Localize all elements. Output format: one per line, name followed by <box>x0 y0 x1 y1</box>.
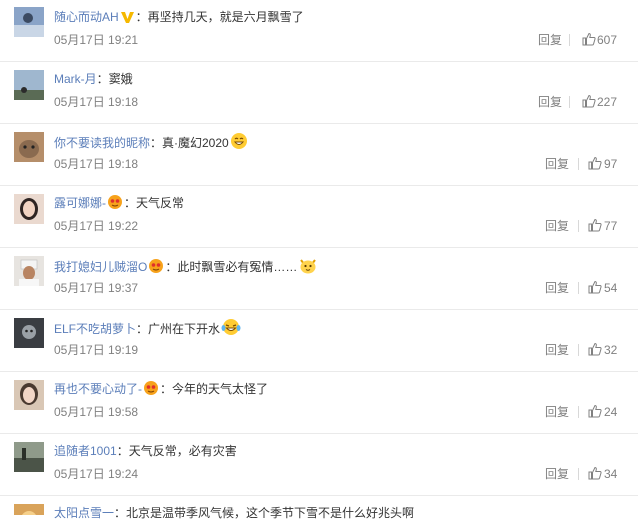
username-link[interactable]: 随心而动AH <box>54 10 119 24</box>
comment-text: ：天气反常 <box>124 196 185 210</box>
action-divider <box>578 406 579 418</box>
reply-button[interactable]: 回复 <box>545 280 569 296</box>
reply-button[interactable]: 回复 <box>545 404 569 420</box>
member-face-icon <box>148 258 164 279</box>
avatar[interactable] <box>14 132 44 162</box>
comment-time: 05月17日 19:37 <box>54 281 139 295</box>
username-link[interactable]: 追随者1001 <box>54 444 117 458</box>
reply-button[interactable]: 回复 <box>545 218 569 234</box>
cat-emoji-icon <box>298 256 318 279</box>
comment-item: ELF不吃胡萝卜：广州在下开水 05月17日 19:19 回复 32 <box>0 310 638 372</box>
username-link[interactable]: 我打媳妇儿贼溜O <box>54 260 147 274</box>
verified-v-icon <box>120 10 135 29</box>
avatar[interactable] <box>14 7 44 37</box>
comment-time: 05月17日 19:19 <box>54 343 139 357</box>
comment-text: ：窦娥 <box>96 72 133 86</box>
comment-time: 05月17日 19:58 <box>54 405 139 419</box>
avatar[interactable] <box>14 256 44 286</box>
reply-button[interactable]: 回复 <box>545 156 569 172</box>
action-divider <box>578 344 579 356</box>
reply-button[interactable]: 回复 <box>545 466 569 482</box>
comment-time: 05月17日 19:24 <box>54 467 139 481</box>
tears-laugh-emoji-icon <box>221 318 241 341</box>
comment-time: 05月17日 19:18 <box>54 157 139 171</box>
action-divider <box>569 96 570 108</box>
comment-text: ：广州在下开水 <box>136 322 221 336</box>
action-divider <box>578 282 579 294</box>
thumbs-up-icon[interactable] <box>588 280 602 298</box>
member-face-icon <box>107 194 123 215</box>
avatar[interactable] <box>14 504 44 515</box>
like-count: 227 <box>597 95 618 109</box>
avatar[interactable] <box>14 70 44 100</box>
comment-item: 我打媳妇儿贼溜O ：此时飘雪必有冤情…… 05月17日 19:37 回复 54 <box>0 248 638 310</box>
username-link[interactable]: 你不要读我的昵称 <box>54 136 150 150</box>
comment-item: 你不要读我的昵称：真·魔幻2020 05月17日 19:18 回复 97 <box>0 124 638 186</box>
comment-item: 露可娜娜- ：天气反常 05月17日 19:22 回复 77 <box>0 186 638 248</box>
reply-button[interactable]: 回复 <box>538 94 562 110</box>
action-divider <box>578 158 579 170</box>
username-link[interactable]: 再也不要心动了- <box>54 382 142 396</box>
like-count: 32 <box>604 343 618 357</box>
like-count: 54 <box>604 281 618 295</box>
comment-text: ：北京是温带季风气候，这个季节下雪不是什么好兆头啊 <box>114 506 415 520</box>
reply-button[interactable]: 回复 <box>538 32 562 48</box>
comment-time: 05月17日 19:22 <box>54 219 139 233</box>
comment-item: 追随者1001：天气反常，必有灾害 05月17日 19:24 回复 34 <box>0 434 638 496</box>
thumbs-up-icon[interactable] <box>588 466 602 484</box>
thumbs-up-icon[interactable] <box>588 342 602 360</box>
like-count: 77 <box>604 219 618 233</box>
thumbs-up-icon[interactable] <box>588 218 602 236</box>
comment-item: 再也不要心动了- ：今年的天气太怪了 05月17日 19:58 回复 24 <box>0 372 638 434</box>
laugh-emoji-icon <box>230 132 248 155</box>
comment-item: Mark-月：窦娥 05月17日 19:18 回复 227 <box>0 62 638 124</box>
username-link[interactable]: 露可娜娜- <box>54 196 106 210</box>
thumbs-up-icon[interactable] <box>582 32 596 50</box>
comment-time: 05月17日 19:21 <box>54 33 139 47</box>
thumbs-up-icon[interactable] <box>588 156 602 174</box>
avatar[interactable] <box>14 318 44 348</box>
like-count: 97 <box>604 157 618 171</box>
like-count: 24 <box>604 405 618 419</box>
username-link[interactable]: ELF不吃胡萝卜 <box>54 322 136 336</box>
action-divider <box>569 34 570 46</box>
comment-item: 太阳点雪一：北京是温带季风气候，这个季节下雪不是什么好兆头啊 <box>0 496 638 520</box>
comment-text: ：今年的天气太怪了 <box>160 382 269 396</box>
username-link[interactable]: Mark-月 <box>54 72 97 86</box>
member-face-icon <box>143 380 159 401</box>
avatar[interactable] <box>14 380 44 410</box>
thumbs-up-icon[interactable] <box>582 94 596 112</box>
like-count: 34 <box>604 467 618 481</box>
like-count: 607 <box>597 33 618 47</box>
avatar[interactable] <box>14 442 44 472</box>
comment-text: ：此时飘雪必有冤情…… <box>165 260 298 274</box>
comment-text: ：再坚持几天，就是六月飘雪了 <box>135 10 304 24</box>
username-link[interactable]: 太阳点雪一 <box>54 506 114 520</box>
comment-text: ：真·魔幻2020 <box>150 136 229 150</box>
comment-time: 05月17日 19:18 <box>54 95 139 109</box>
reply-button[interactable]: 回复 <box>545 342 569 358</box>
comment-text: ：天气反常，必有灾害 <box>116 444 237 458</box>
comment-item: 随心而动AH ：再坚持几天，就是六月飘雪了 05月17日 19:21 回复 607 <box>0 0 638 62</box>
thumbs-up-icon[interactable] <box>588 404 602 422</box>
action-divider <box>578 468 579 480</box>
avatar[interactable] <box>14 194 44 224</box>
action-divider <box>578 220 579 232</box>
